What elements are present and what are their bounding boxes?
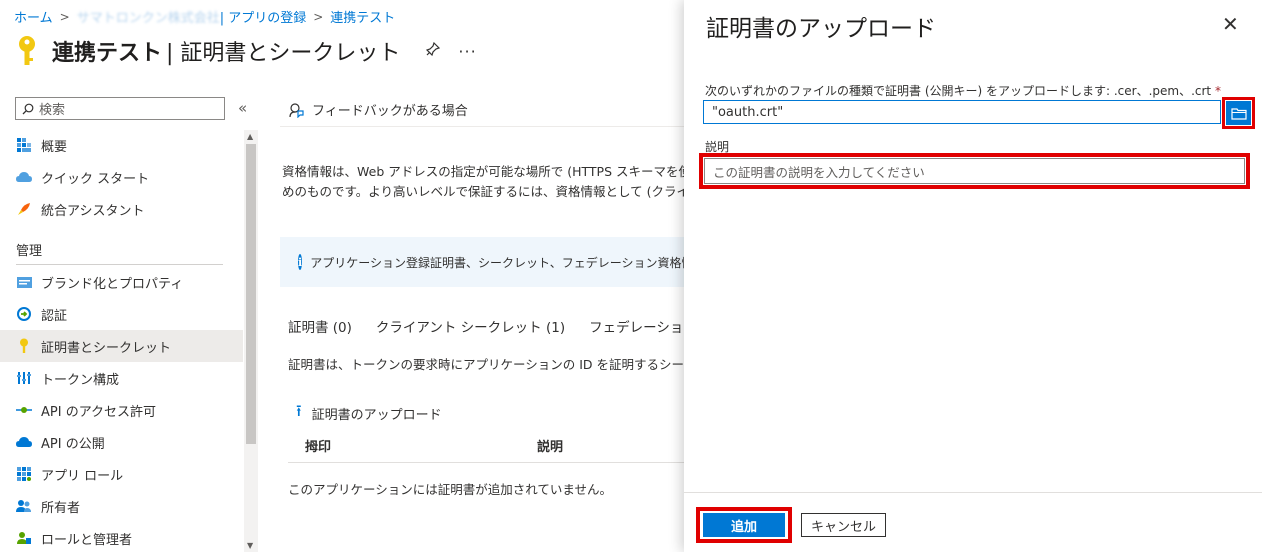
credentials-description: 資格情報は、Web アドレスの指定が可能な場所で (HTTPS スキーマを使用し… (282, 162, 684, 202)
required-mark: * (1214, 84, 1221, 98)
column-header-description[interactable]: 説明 (537, 436, 563, 455)
key-icon (16, 338, 32, 354)
file-path-input[interactable]: "oauth.crt" (703, 100, 1221, 124)
breadcrumb-current[interactable]: 連携テスト (330, 7, 395, 26)
chevron-right-icon: > (59, 9, 70, 24)
cloud-icon (16, 434, 32, 450)
sidebar-item-api-permissions[interactable]: API のアクセス許可 (0, 394, 243, 426)
roles-admin-icon (16, 530, 32, 546)
sidebar-item-owners[interactable]: 所有者 (0, 490, 243, 522)
feedback-label: フィードバックがある場合 (312, 104, 468, 119)
info-banner: i アプリケーション登録証明書、シークレット、フェデレーション資格情報は、下のタ… (280, 237, 684, 287)
info-icon: i (298, 254, 303, 270)
credential-tabs: 証明書 (0) クライアント シークレット (1) フェデレーション資格情報 (288, 316, 684, 336)
pin-icon[interactable] (426, 41, 441, 60)
token-icon (16, 370, 32, 386)
sidebar-item-authentication[interactable]: 認証 (0, 298, 243, 330)
browse-file-button[interactable] (1226, 101, 1251, 125)
sidebar-item-label: 認証 (41, 308, 68, 324)
sidebar-item-quickstart[interactable]: クイック スタート (0, 161, 243, 193)
column-header-thumbprint[interactable]: 拇印 (305, 436, 331, 455)
sidebar-item-label: 統合アシスタント (41, 203, 145, 219)
main-content: フィードバックがある場合 資格情報は、Web アドレスの指定が可能な場所で (H… (260, 90, 684, 552)
section-divider (16, 264, 223, 265)
header-divider (280, 126, 684, 127)
search-placeholder: 検索 (39, 103, 66, 118)
breadcrumb: ホーム > サマトロンクン株式会社 | アプリの登録 > 連携テスト (14, 7, 395, 27)
quickstart-icon (16, 169, 32, 185)
sidebar-item-label: API の公開 (41, 436, 105, 452)
folder-icon (1230, 107, 1247, 120)
empty-state-message: このアプリケーションには証明書が追加されていません。 (288, 482, 613, 497)
section-header-manage: 管理 (16, 244, 43, 259)
breadcrumb-tenant[interactable]: サマトロンクン株式会社 (77, 7, 220, 26)
sidebar-item-label: クイック スタート (41, 171, 150, 187)
tab-description: 証明書は、トークンの要求時にアプリケーションの ID を証明するシークレットとし… (288, 357, 684, 372)
tab-federated-credentials[interactable]: フェデレーション資格情報 (589, 316, 684, 336)
footer-divider (684, 492, 1262, 493)
sidebar-item-app-roles[interactable]: アプリ ロール (0, 458, 243, 490)
tab-certificates[interactable]: 証明書 (0) (288, 316, 352, 336)
scrollbar-thumb[interactable] (246, 144, 256, 444)
tab-client-secrets[interactable]: クライアント シークレット (1) (376, 316, 565, 336)
description-line: めのものです。より高いレベルで保証するには、資格情報として (クライアント シー… (282, 184, 684, 199)
sidebar-item-integration-assistant[interactable]: 統合アシスタント (0, 193, 243, 225)
sidebar-item-label: 概要 (41, 139, 68, 155)
branding-icon (16, 274, 32, 290)
app-title: 連携テスト (52, 41, 163, 66)
rocket-icon (16, 201, 32, 217)
close-icon[interactable]: ✕ (1222, 12, 1239, 36)
app-roles-icon (16, 466, 32, 482)
upload-label: 証明書のアップロード (311, 408, 442, 423)
page-header: 連携テスト | 証明書とシークレット ··· (16, 34, 477, 68)
upload-certificate-panel: 証明書のアップロード ✕ 次のいずれかのファイルの種類で証明書 (公開キー) を… (684, 0, 1262, 552)
panel-title: 証明書のアップロード (706, 16, 936, 42)
owners-icon (16, 498, 32, 514)
sidebar-item-certificates-secrets[interactable]: 証明書とシークレット (0, 330, 243, 362)
description-input[interactable]: この証明書の説明を入力してください (704, 158, 1245, 184)
table-divider (288, 462, 684, 463)
collapse-sidebar-icon[interactable]: « (238, 99, 247, 117)
description-line: 資格情報は、Web アドレスの指定が可能な場所で (HTTPS スキーマを使用し… (282, 164, 684, 179)
sidebar-item-label: 証明書とシークレット (41, 340, 172, 356)
sidebar-item-branding[interactable]: ブランド化とプロパティ (0, 266, 243, 298)
sidebar: 検索 « 概要 クイック スタート 統合アシスタント 管理 ブランド化とプロパテ… (0, 90, 258, 552)
sidebar-item-token-configuration[interactable]: トークン構成 (0, 362, 243, 394)
upload-arrow-icon: ⭱ (296, 401, 302, 420)
cancel-button[interactable]: キャンセル (801, 513, 886, 537)
description-placeholder: この証明書の説明を入力してください (713, 164, 925, 180)
overview-icon (16, 137, 32, 153)
more-options-icon[interactable]: ··· (458, 42, 476, 61)
sidebar-item-overview[interactable]: 概要 (0, 129, 243, 161)
sidebar-item-roles-administrators[interactable]: ロールと管理者 (0, 522, 243, 552)
page-title: | 証明書とシークレット (166, 41, 401, 66)
sidebar-scrollbar[interactable]: ▲ ▼ (244, 130, 258, 552)
file-field-label: 次のいずれかのファイルの種類で証明書 (公開キー) をアップロードします: .c… (705, 82, 1221, 99)
sidebar-item-label: API のアクセス許可 (41, 404, 157, 420)
scroll-up-icon[interactable]: ▲ (247, 132, 253, 141)
upload-certificate-button[interactable]: ⭱ 証明書のアップロード (296, 400, 442, 427)
search-input[interactable]: 検索 (15, 97, 225, 120)
feedback-link[interactable]: フィードバックがある場合 (288, 100, 468, 119)
search-icon (22, 103, 34, 114)
add-button[interactable]: 追加 (703, 513, 785, 537)
breadcrumb-home[interactable]: ホーム (14, 7, 53, 26)
key-icon (19, 36, 35, 65)
file-value: "oauth.crt" (712, 104, 784, 120)
info-text: アプリケーション登録証明書、シークレット、フェデレーション資格情報は、下のタブ (310, 255, 684, 270)
feedback-icon (289, 102, 304, 118)
api-permission-icon (16, 402, 32, 418)
sidebar-item-expose-api[interactable]: API の公開 (0, 426, 243, 458)
sidebar-item-label: ロールと管理者 (41, 532, 133, 548)
sidebar-item-label: 所有者 (41, 500, 81, 516)
chevron-right-icon: > (313, 9, 324, 24)
sidebar-item-label: アプリ ロール (41, 468, 124, 484)
scroll-down-icon[interactable]: ▼ (247, 541, 253, 550)
sidebar-item-label: トークン構成 (41, 372, 120, 388)
auth-icon (16, 306, 32, 322)
file-label-text: 次のいずれかのファイルの種類で証明書 (公開キー) をアップロードします: .c… (705, 84, 1212, 98)
sidebar-item-label: ブランド化とプロパティ (41, 276, 184, 292)
breadcrumb-app-registration[interactable]: | アプリの登録 (220, 7, 307, 26)
